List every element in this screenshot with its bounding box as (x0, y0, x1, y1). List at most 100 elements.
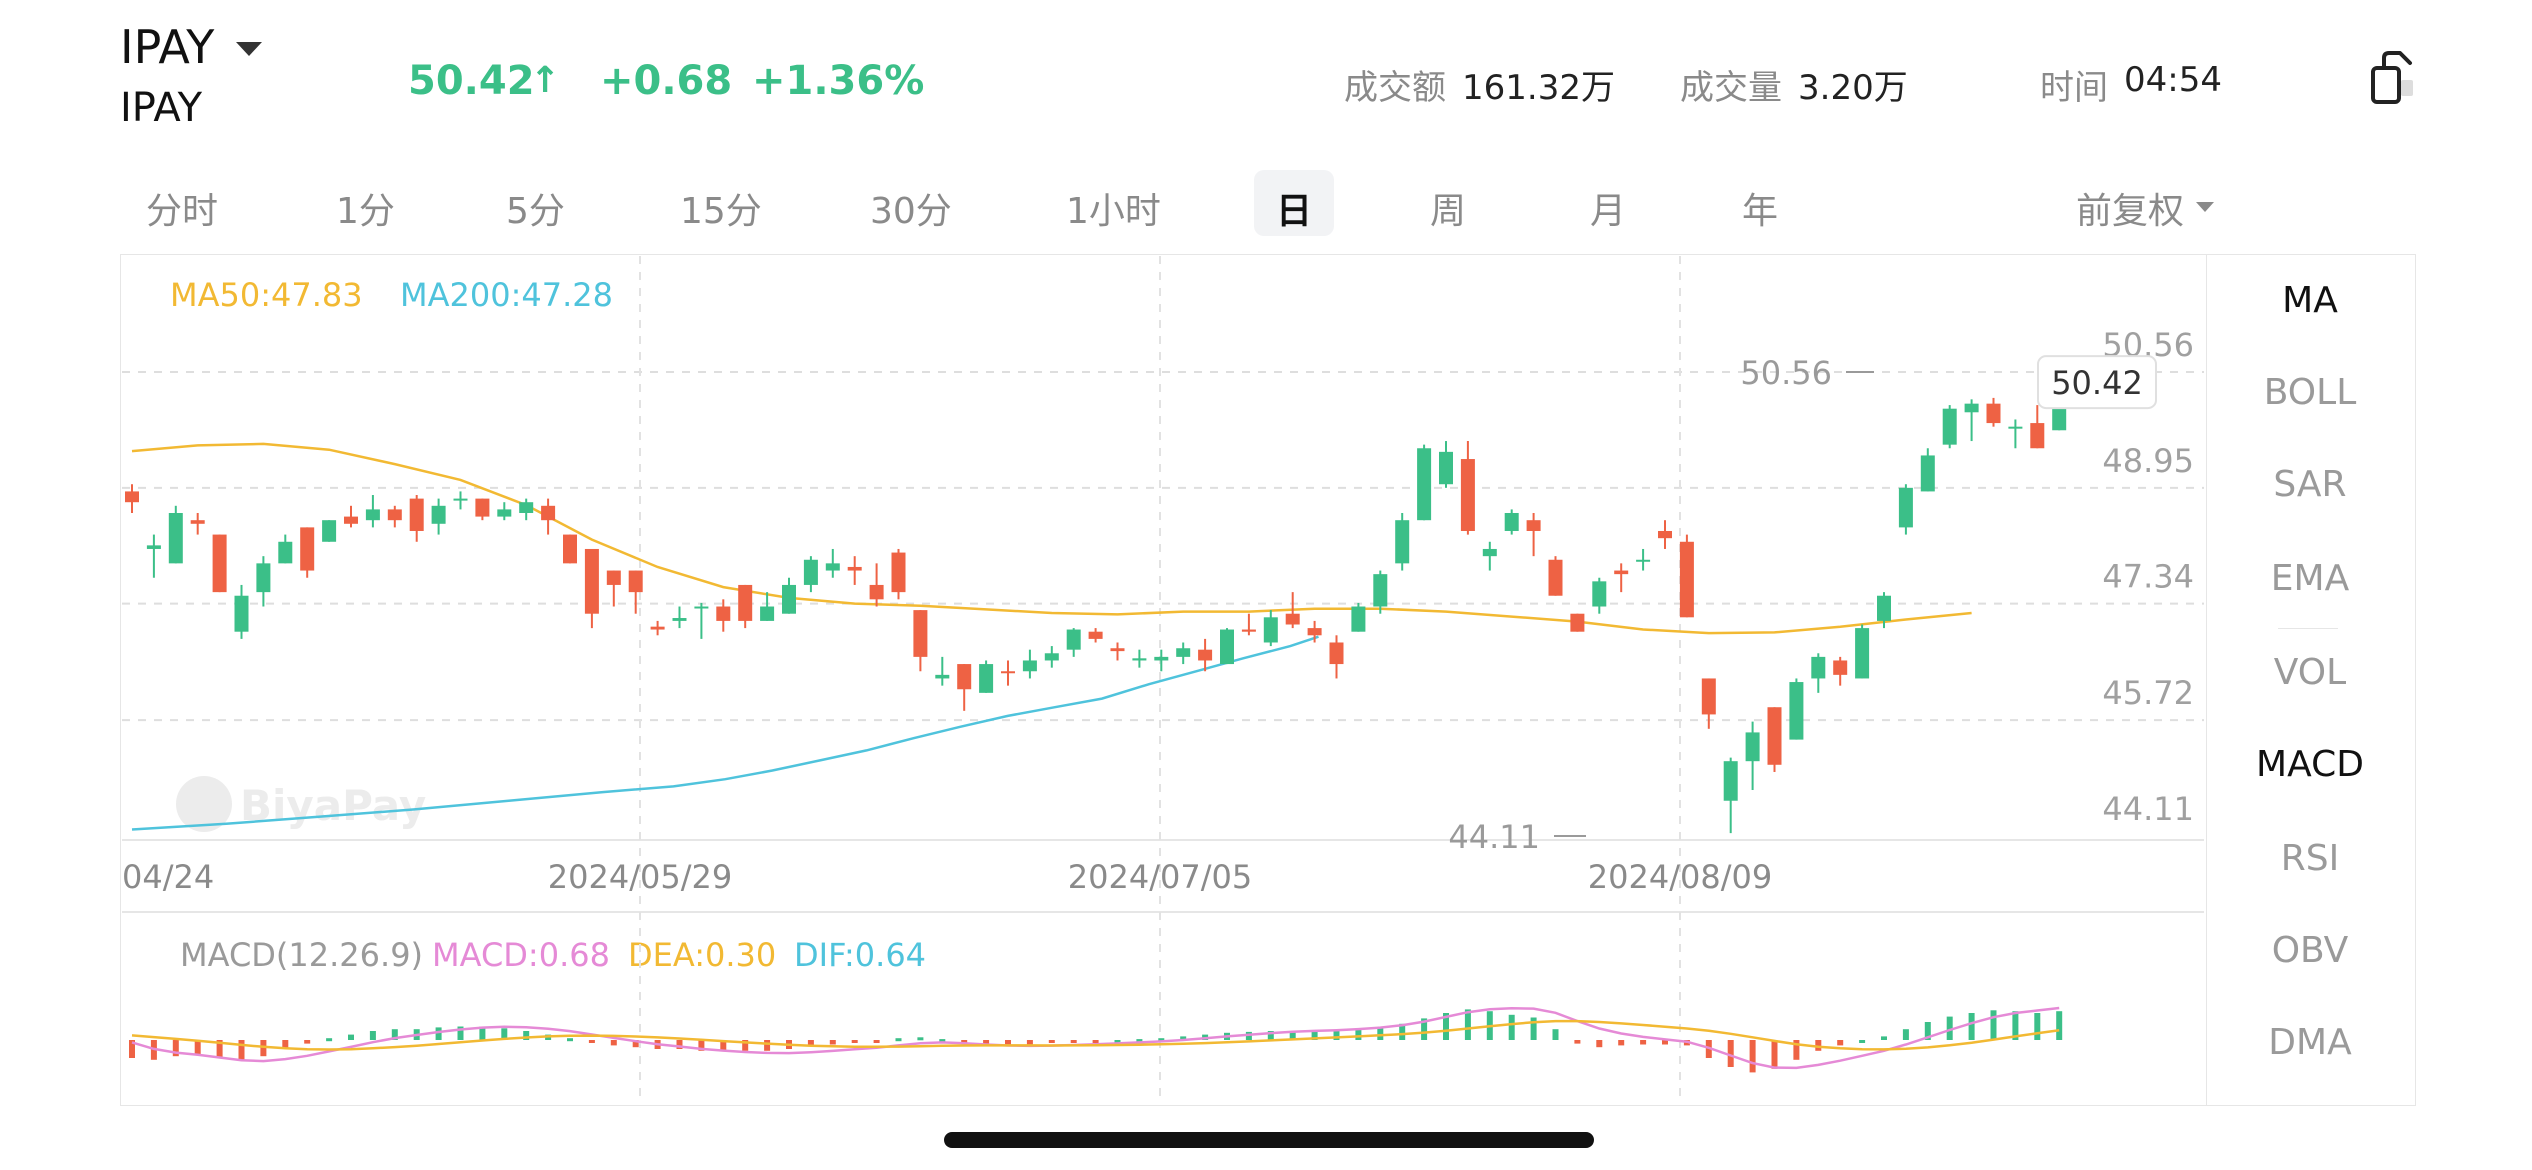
candle-body (803, 559, 818, 585)
candle-body (344, 516, 358, 524)
candle-body (563, 534, 577, 564)
macd-bar (764, 1040, 771, 1051)
candle-body (584, 548, 599, 614)
candle-body (1482, 548, 1497, 557)
candle-body (1504, 512, 1519, 531)
candle-body (234, 595, 249, 632)
candle-body (1088, 631, 1103, 639)
macd-bar (895, 1038, 902, 1042)
macd-bar (435, 1027, 442, 1040)
macd-bar (1552, 1029, 1559, 1040)
candle-body (760, 606, 775, 621)
watermark-text: BiyaPay (240, 781, 426, 830)
y-axis-label: 45.72 (2102, 674, 2194, 712)
candle-body (1855, 628, 1870, 679)
candle-body (278, 541, 293, 564)
candle-body (2008, 426, 2023, 429)
macd-bar (326, 1038, 333, 1042)
macd-bar (917, 1037, 924, 1041)
candle-body (628, 570, 643, 593)
macd-bar (1859, 1040, 1866, 1043)
macd-bar (1749, 1040, 1756, 1073)
y-axis-label: 47.34 (2102, 558, 2194, 596)
candle-body (672, 618, 687, 621)
x-axis-label: 2024/07/05 (1068, 858, 1252, 896)
candle-body (650, 626, 665, 630)
candle-body (1417, 448, 1432, 521)
candle-body (1110, 648, 1125, 652)
macd-bar (1092, 1040, 1099, 1043)
macd-bar (567, 1038, 573, 1042)
candle-body (1767, 707, 1782, 765)
macd-bar (1618, 1040, 1625, 1046)
candle-body (1592, 581, 1607, 607)
candle-body (957, 664, 972, 690)
candle-body (168, 512, 183, 564)
macd-bar (829, 1040, 836, 1045)
candle-body (387, 509, 402, 521)
macd-bar (1070, 1040, 1077, 1043)
candle-body (1964, 403, 1979, 413)
candle-body (847, 566, 862, 571)
candle-body (1285, 613, 1300, 625)
y-axis-label: 48.95 (2102, 442, 2194, 480)
macd-bar (1902, 1029, 1909, 1040)
macd-bar (1596, 1040, 1603, 1048)
kline-chart[interactable]: 50.56 48.95 47.34 45.72 44.11 BiyaPay 04/24 202… (0, 0, 2532, 1170)
macd-bar (369, 1031, 376, 1040)
macd-bar (873, 1040, 880, 1043)
last-price-tag-text: 50.42 (2051, 364, 2143, 402)
candle-body (1614, 570, 1629, 575)
candle-body (409, 498, 424, 531)
macd-bar (348, 1034, 354, 1040)
candle-body (1373, 574, 1388, 607)
macd-bar (1048, 1040, 1055, 1043)
candle-body (782, 584, 796, 614)
macd-bar (1355, 1029, 1362, 1040)
candle-body (497, 509, 512, 517)
candle-body (869, 584, 884, 600)
candle-body (300, 527, 315, 571)
candle-body (716, 606, 731, 621)
y-axis-label: 44.11 (2102, 790, 2194, 828)
candle-body (1701, 678, 1716, 715)
candle-body (1307, 628, 1322, 636)
dif-line (131, 1006, 2060, 1070)
candle-body (891, 552, 906, 593)
macd-bar (1771, 1040, 1778, 1069)
candle-body (125, 491, 139, 503)
candle-body (1679, 541, 1694, 618)
macd-bar (1508, 1014, 1515, 1040)
candle-body (1570, 613, 1585, 632)
candle-body (1920, 455, 1935, 492)
macd-bar (2056, 1011, 2063, 1040)
candle-body (1220, 629, 1234, 665)
candle-body (1001, 671, 1015, 674)
macd-bar (238, 1040, 245, 1060)
macd-bar (588, 1040, 595, 1043)
macd-bar (1574, 1040, 1581, 1044)
macd-bar (2034, 1013, 2041, 1040)
candle-body (1986, 403, 2001, 424)
candle-body (1526, 520, 1541, 531)
candle-body (146, 545, 161, 549)
candle-body (825, 563, 840, 571)
macd-bar (1881, 1036, 1887, 1040)
candle-body (694, 606, 709, 609)
candle-body (453, 498, 468, 501)
candle-body (1022, 660, 1037, 672)
macd-bar (851, 1040, 858, 1043)
candle-body (1395, 520, 1410, 564)
candle-body (1132, 658, 1147, 661)
candle-body (431, 505, 446, 524)
candle-body (519, 502, 534, 513)
candle-body (1745, 732, 1760, 762)
candle-body (1329, 642, 1344, 665)
candle-body (913, 610, 928, 657)
macd-bar (1990, 1010, 1997, 1040)
candle-body (1044, 653, 1059, 661)
candle-body (606, 570, 621, 585)
macd-bar (1968, 1013, 1975, 1040)
low-marker: 44.11 (1448, 818, 1540, 856)
candle-body (190, 520, 205, 524)
